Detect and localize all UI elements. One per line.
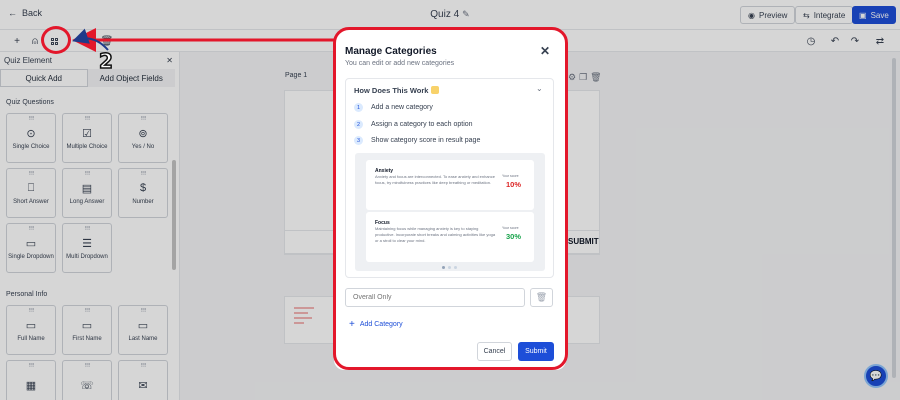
step-number-badge: 2 <box>98 48 113 74</box>
highlight-circle <box>41 26 71 54</box>
modal-highlight-ring <box>333 27 568 370</box>
